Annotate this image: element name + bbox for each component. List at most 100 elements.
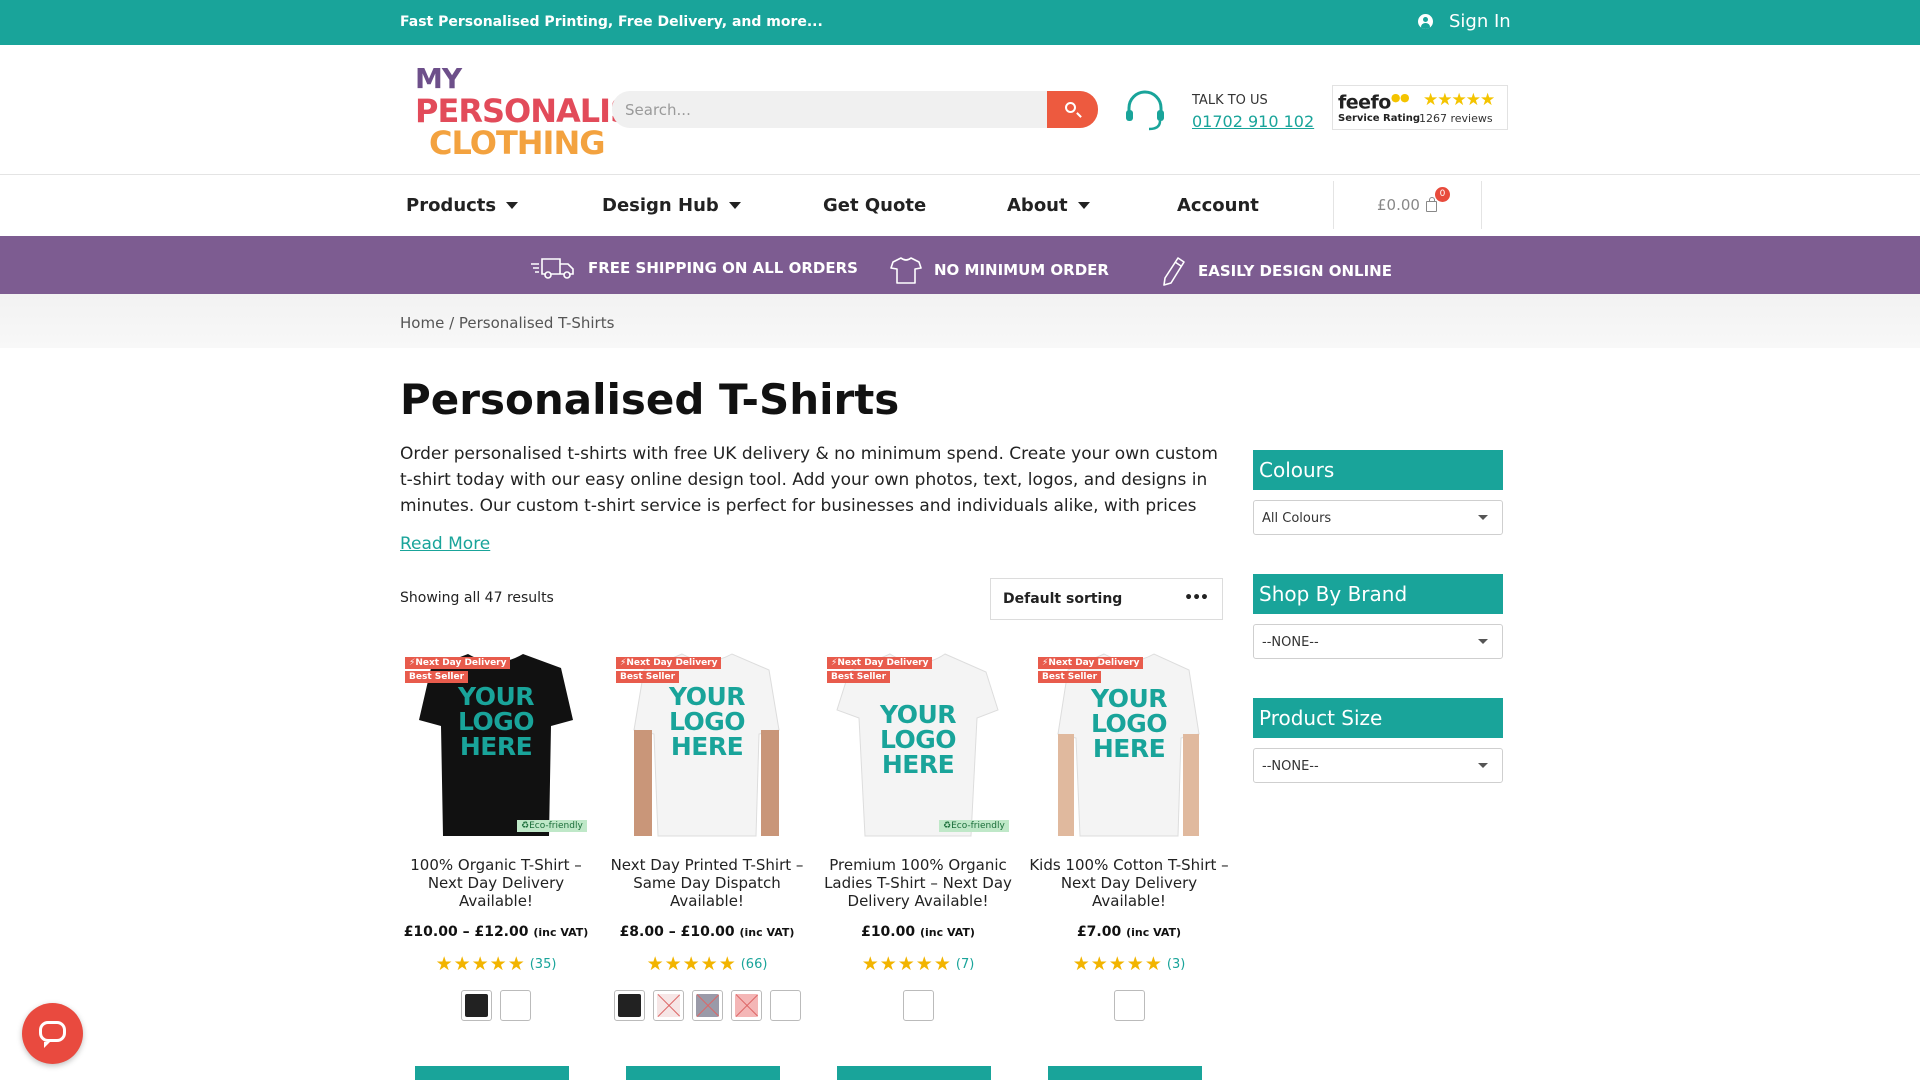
product-name[interactable]: Kids 100% Cotton T-Shirt – Next Day Deli… — [1029, 856, 1229, 910]
benefit-design: EASILY DESIGN ONLINE — [1160, 256, 1392, 286]
phone-link[interactable]: 01702 910 102 — [1192, 112, 1314, 131]
nav-products[interactable]: Products — [406, 195, 519, 216]
sign-in-label: Sign In — [1449, 11, 1511, 32]
swatch-white[interactable] — [500, 990, 531, 1021]
product-image[interactable]: YOUR LOGO HERE ⚡Next Day Delivery Best S… — [1029, 648, 1229, 840]
search-button[interactable] — [1047, 91, 1098, 128]
sort-dropdown[interactable]: Default sorting ••• — [990, 578, 1223, 620]
benefit-shipping-label: FREE SHIPPING ON ALL ORDERS — [588, 259, 858, 277]
product-name[interactable]: 100% Organic T-Shirt – Next Day Delivery… — [396, 856, 596, 910]
brand-select[interactable]: --NONE-- — [1253, 624, 1503, 659]
review-count[interactable]: (35) — [530, 957, 557, 972]
colour-filter-title: Colours — [1253, 450, 1503, 490]
logo-placeholder: YOUR LOGO HERE — [607, 684, 807, 759]
chevron-down-icon — [506, 202, 519, 209]
swatch-white[interactable] — [902, 990, 934, 1021]
brand-filter-title: Shop By Brand — [1253, 574, 1503, 614]
swatch-fill — [617, 994, 641, 1017]
review-count[interactable]: (3) — [1167, 957, 1185, 972]
size-select-value: --NONE-- — [1262, 759, 1319, 774]
results-count: Showing all 47 results — [400, 590, 554, 606]
product-rating: ★★★★★ (3) — [1029, 953, 1229, 975]
best-seller-tag: Best Seller — [616, 671, 680, 683]
product-name[interactable]: Premium 100% Organic Ladies T-Shirt – Ne… — [818, 856, 1018, 910]
live-chat-button[interactable] — [22, 1003, 83, 1064]
product-image[interactable]: YOUR LOGO HERE ⚡Next Day Delivery Best S… — [396, 648, 596, 840]
nav-get-quote[interactable]: Get Quote — [823, 195, 926, 216]
sign-in-link[interactable]: Sign In — [1418, 11, 1511, 32]
benefits-bar: FREE SHIPPING ON ALL ORDERS NO MINIMUM O… — [0, 236, 1920, 294]
logo-line: YOUR — [879, 700, 957, 729]
swatch-fill — [773, 994, 797, 1017]
logo-line: YOUR — [457, 682, 535, 711]
star-icons: ★★★★★ — [435, 953, 526, 975]
price-value: £10.00 — [861, 924, 916, 940]
select-options-button[interactable] — [837, 1066, 991, 1080]
logo-line: YOUR — [1090, 684, 1168, 713]
colour-select[interactable]: All Colours — [1253, 500, 1503, 535]
read-more-link[interactable]: Read More — [400, 534, 490, 554]
color-swatches — [607, 990, 807, 1021]
search-input[interactable] — [612, 91, 1048, 128]
swatch-black[interactable] — [613, 990, 645, 1021]
pencil-icon — [1163, 257, 1185, 286]
color-swatches — [818, 990, 1018, 1021]
breadcrumb-current: Personalised T-Shirts — [458, 314, 615, 332]
swatch-pink-unavailable[interactable] — [730, 990, 762, 1021]
logo-line: HERE — [670, 732, 744, 761]
next-day-tag: ⚡Next Day Delivery — [1038, 657, 1144, 669]
cart-button[interactable]: £0.00 — [1377, 196, 1437, 214]
price-value: £7.00 — [1076, 924, 1122, 940]
more-dots-icon: ••• — [1184, 590, 1209, 606]
product-image[interactable]: YOUR LOGO HERE ⚡Next Day Delivery Best S… — [607, 648, 807, 840]
main-nav: Products Design Hub Get Quote About Acco… — [0, 175, 1920, 236]
next-day-tag: ⚡Next Day Delivery — [405, 657, 511, 669]
feefo-badge[interactable]: feefo●● Service Rating ★★★★★ 1267 review… — [1332, 85, 1508, 130]
review-count[interactable]: (7) — [956, 957, 974, 972]
colour-select-value: All Colours — [1262, 511, 1332, 526]
swatch-black[interactable] — [461, 990, 492, 1021]
breadcrumb-home[interactable]: Home — [400, 314, 444, 332]
swatch-white[interactable] — [769, 990, 801, 1021]
breadcrumb: Home / Personalised T-Shirts — [400, 314, 614, 332]
vat-label: (inc VAT) — [1126, 926, 1182, 939]
review-count[interactable]: (66) — [741, 957, 768, 972]
size-select[interactable]: --NONE-- — [1253, 748, 1503, 783]
nav-about-label: About — [1007, 195, 1068, 216]
user-icon — [1418, 14, 1433, 29]
logo-line: LOGO — [1090, 709, 1168, 738]
price-value: £10.00 – £12.00 — [403, 924, 529, 940]
star-icons: ★★★★★ — [646, 953, 737, 975]
nav-about[interactable]: About — [1007, 195, 1090, 216]
feefo-reviews: 1267 reviews — [1419, 112, 1493, 125]
search-bar — [612, 91, 1098, 128]
product-name[interactable]: Next Day Printed T-Shirt – Same Day Disp… — [607, 856, 807, 910]
eco-badge: ♻Eco-friendly — [517, 820, 587, 832]
benefit-minimum-label: NO MINIMUM ORDER — [934, 261, 1109, 279]
nav-account[interactable]: Account — [1177, 195, 1259, 216]
swatch-white[interactable] — [1113, 990, 1145, 1021]
select-options-button[interactable] — [415, 1066, 569, 1080]
tshirt-icon — [890, 257, 922, 284]
product-rating: ★★★★★ (7) — [818, 953, 1018, 975]
select-options-button[interactable] — [1048, 1066, 1202, 1080]
chevron-down-icon — [1478, 639, 1488, 644]
talk-label: TALK TO US — [1192, 93, 1268, 108]
vat-label: (inc VAT) — [739, 926, 795, 939]
product-price: £7.00 (inc VAT) — [1029, 924, 1229, 940]
nav-design-hub-label: Design Hub — [602, 195, 719, 216]
headset-icon — [1126, 90, 1164, 131]
logo-line: LOGO — [457, 707, 535, 736]
swatch-grey-unavailable[interactable] — [691, 990, 723, 1021]
colour-filter: Colours All Colours — [1253, 450, 1503, 535]
logo-line-3-text: CLOTHING — [429, 124, 605, 162]
swatch-fill — [1117, 994, 1141, 1017]
select-options-button[interactable] — [626, 1066, 780, 1080]
nav-account-label: Account — [1177, 195, 1259, 216]
best-seller-tag: Best Seller — [1038, 671, 1102, 683]
nav-design-hub[interactable]: Design Hub — [602, 195, 741, 216]
benefit-design-label: EASILY DESIGN ONLINE — [1198, 262, 1392, 280]
logo-placeholder: YOUR LOGO HERE — [1029, 686, 1229, 761]
product-image[interactable]: YOUR LOGO HERE ⚡Next Day Delivery Best S… — [818, 648, 1018, 840]
swatch-light-pink-unavailable[interactable] — [652, 990, 684, 1021]
